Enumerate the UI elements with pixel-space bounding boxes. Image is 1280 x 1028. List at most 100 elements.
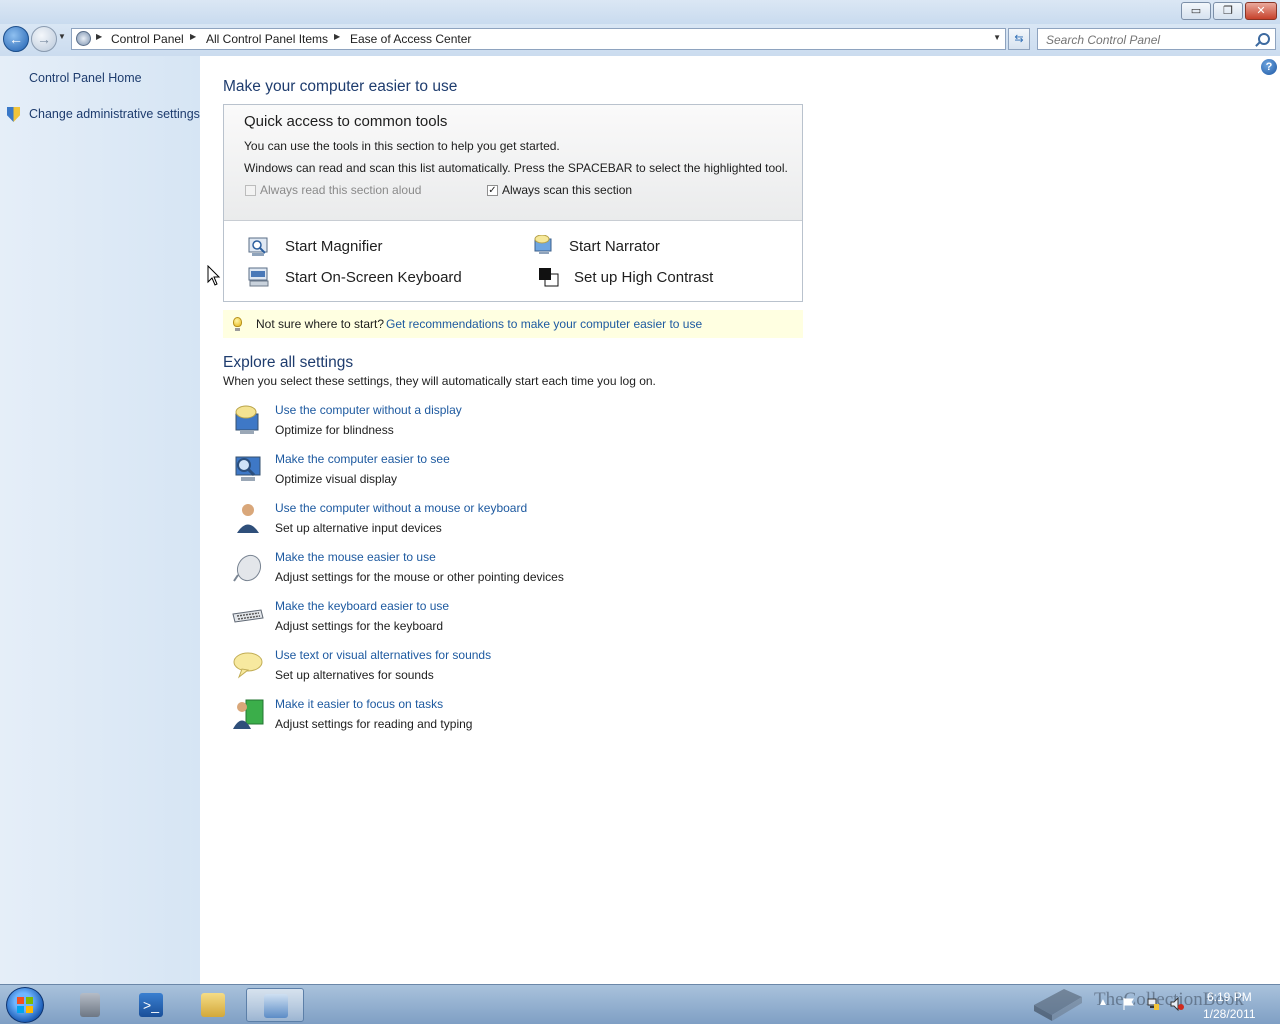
back-button[interactable]: ←	[3, 26, 29, 52]
maximize-button[interactable]: ❐	[1213, 2, 1243, 20]
setting-description: Optimize for blindness	[275, 423, 394, 437]
navigation-bar: ← → ▼ ▶ Control Panel ▶ All Control Pane…	[0, 24, 1280, 56]
sidebar-item-change-admin-settings[interactable]: Change administrative settings	[29, 107, 200, 121]
setting-description: Adjust settings for the keyboard	[275, 619, 444, 633]
setting-link[interactable]: Make the computer easier to see	[275, 452, 450, 466]
taskbar-powershell[interactable]: >_	[122, 988, 180, 1022]
read-aloud-label: Always read this section aloud	[260, 183, 422, 197]
search-box[interactable]	[1037, 28, 1276, 50]
start-button[interactable]	[6, 987, 44, 1023]
monitor-magnify-icon	[232, 453, 264, 485]
search-icon[interactable]	[1258, 33, 1270, 45]
setup-high-contrast-tool[interactable]: Set up High Contrast	[574, 269, 713, 286]
start-magnifier-tool[interactable]: Start Magnifier	[285, 238, 383, 255]
mouse-cursor-icon	[207, 265, 221, 286]
main-content: ? Make your computer easier to use Quick…	[200, 56, 1280, 984]
magnifier-icon[interactable]	[248, 237, 270, 257]
recent-pages-dropdown[interactable]: ▼	[58, 32, 66, 41]
breadcrumb-separator-icon[interactable]: ▶	[190, 32, 196, 41]
setting-link[interactable]: Use text or visual alternatives for soun…	[275, 648, 491, 662]
setting-item-easier-to-see: Make the computer easier to see Optimize…	[223, 451, 783, 495]
keyboard-icon	[232, 600, 264, 632]
minimize-icon: ▭	[1190, 5, 1202, 17]
recommendation-link[interactable]: Get recommendations to make your compute…	[386, 317, 702, 331]
setting-description: Adjust settings for the mouse or other p…	[275, 570, 564, 584]
address-history-dropdown-icon[interactable]: ▼	[993, 33, 1001, 42]
setting-description: Optimize visual display	[275, 472, 398, 486]
setting-description: Set up alternative input devices	[275, 521, 442, 535]
sidebar: Control Panel Home Change administrative…	[0, 56, 200, 984]
sidebar-item-control-panel-home[interactable]: Control Panel Home	[29, 71, 142, 85]
clock-date[interactable]: 1/28/2011	[1203, 1007, 1256, 1021]
explore-settings-description: When you select these settings, they wil…	[223, 374, 656, 388]
back-arrow-icon: ←	[9, 31, 23, 47]
setting-item-sound-alternatives: Use text or visual alternatives for soun…	[223, 647, 783, 691]
setting-link[interactable]: Make the keyboard easier to use	[275, 599, 449, 613]
window-title-bar: ▭ ❐ ✕	[0, 0, 1280, 24]
breadcrumb-separator-icon[interactable]: ▶	[96, 32, 102, 41]
network-icon[interactable]	[1146, 997, 1160, 1011]
setting-description: Adjust settings for reading and typing	[275, 717, 473, 731]
setting-link[interactable]: Make it easier to focus on tasks	[275, 697, 443, 711]
page-title: Make your computer easier to use	[223, 78, 458, 95]
explore-settings-heading: Explore all settings	[223, 354, 354, 371]
taskbar: >_ TheCollectionBook ▲ 6:19 PM 1/28/2011	[0, 984, 1280, 1024]
scan-section-checkbox[interactable]: ✓	[487, 185, 498, 196]
taskbar-explorer[interactable]	[184, 988, 242, 1022]
close-button[interactable]: ✕	[1245, 2, 1277, 20]
start-narrator-tool[interactable]: Start Narrator	[569, 238, 660, 255]
breadcrumb-ease-of-access[interactable]: Ease of Access Center	[350, 32, 471, 46]
narrator-icon[interactable]	[533, 234, 555, 255]
high-contrast-icon[interactable]	[538, 267, 560, 287]
forward-arrow-icon: →	[37, 31, 51, 47]
search-input[interactable]	[1044, 31, 1253, 49]
forward-button[interactable]: →	[31, 26, 57, 52]
setting-link[interactable]: Use the computer without a mouse or keyb…	[275, 501, 527, 515]
quick-access-intro: You can use the tools in this section to…	[244, 139, 560, 153]
setting-item-no-mouse-keyboard: Use the computer without a mouse or keyb…	[223, 500, 783, 544]
lightbulb-icon	[233, 317, 242, 331]
display-speech-icon	[232, 404, 264, 436]
windows-logo-icon	[17, 997, 33, 1013]
refresh-icon: ⇆	[1014, 33, 1024, 45]
quick-access-instructions: Windows can read and scan this list auto…	[244, 161, 788, 175]
focus-tasks-icon	[232, 698, 264, 730]
breadcrumb-all-items[interactable]: All Control Panel Items	[206, 32, 328, 46]
taskbar-control-panel[interactable]	[246, 988, 304, 1022]
breadcrumb-separator-icon[interactable]: ▶	[334, 32, 340, 41]
setting-item-keyboard: Make the keyboard easier to use Adjust s…	[223, 598, 783, 642]
minimize-button[interactable]: ▭	[1181, 2, 1211, 20]
setting-description: Set up alternatives for sounds	[275, 668, 434, 682]
speech-bubble-icon	[232, 649, 264, 681]
onscreen-keyboard-icon[interactable]	[248, 267, 270, 287]
start-onscreen-keyboard-tool[interactable]: Start On-Screen Keyboard	[285, 269, 462, 286]
person-input-icon	[232, 502, 264, 534]
help-icon[interactable]: ?	[1261, 59, 1277, 75]
setting-item-no-display: Use the computer without a display Optim…	[223, 402, 783, 446]
refresh-button[interactable]: ⇆	[1008, 28, 1030, 50]
setting-link[interactable]: Make the mouse easier to use	[275, 550, 436, 564]
read-aloud-checkbox	[245, 185, 256, 196]
quick-access-header: Quick access to common tools You can use…	[224, 105, 802, 221]
setting-item-focus-tasks: Make it easier to focus on tasks Adjust …	[223, 696, 783, 740]
folder-icon	[201, 993, 225, 1017]
shield-icon	[7, 107, 20, 122]
server-manager-icon	[80, 993, 100, 1017]
scan-section-label[interactable]: Always scan this section	[502, 183, 632, 197]
breadcrumb-control-panel[interactable]: Control Panel	[111, 32, 184, 46]
maximize-icon: ❐	[1223, 5, 1233, 17]
show-hidden-icons-icon[interactable]: ▲	[1098, 997, 1112, 1011]
recommendation-text: Not sure where to start?	[256, 317, 385, 331]
setting-item-mouse: Make the mouse easier to use Adjust sett…	[223, 549, 783, 593]
mouse-icon	[232, 551, 264, 583]
quick-access-panel: Quick access to common tools You can use…	[223, 104, 803, 302]
taskbar-server-manager[interactable]	[61, 988, 119, 1022]
clock-time[interactable]: 6:19 PM	[1207, 990, 1252, 1004]
close-icon: ✕	[1256, 5, 1266, 17]
volume-muted-icon[interactable]	[1170, 997, 1184, 1011]
address-bar[interactable]: ▶ Control Panel ▶ All Control Panel Item…	[71, 28, 1006, 50]
action-center-flag-icon[interactable]	[1122, 997, 1136, 1011]
setting-link[interactable]: Use the computer without a display	[275, 403, 462, 417]
control-panel-icon	[76, 31, 91, 46]
powershell-icon: >_	[139, 993, 163, 1017]
